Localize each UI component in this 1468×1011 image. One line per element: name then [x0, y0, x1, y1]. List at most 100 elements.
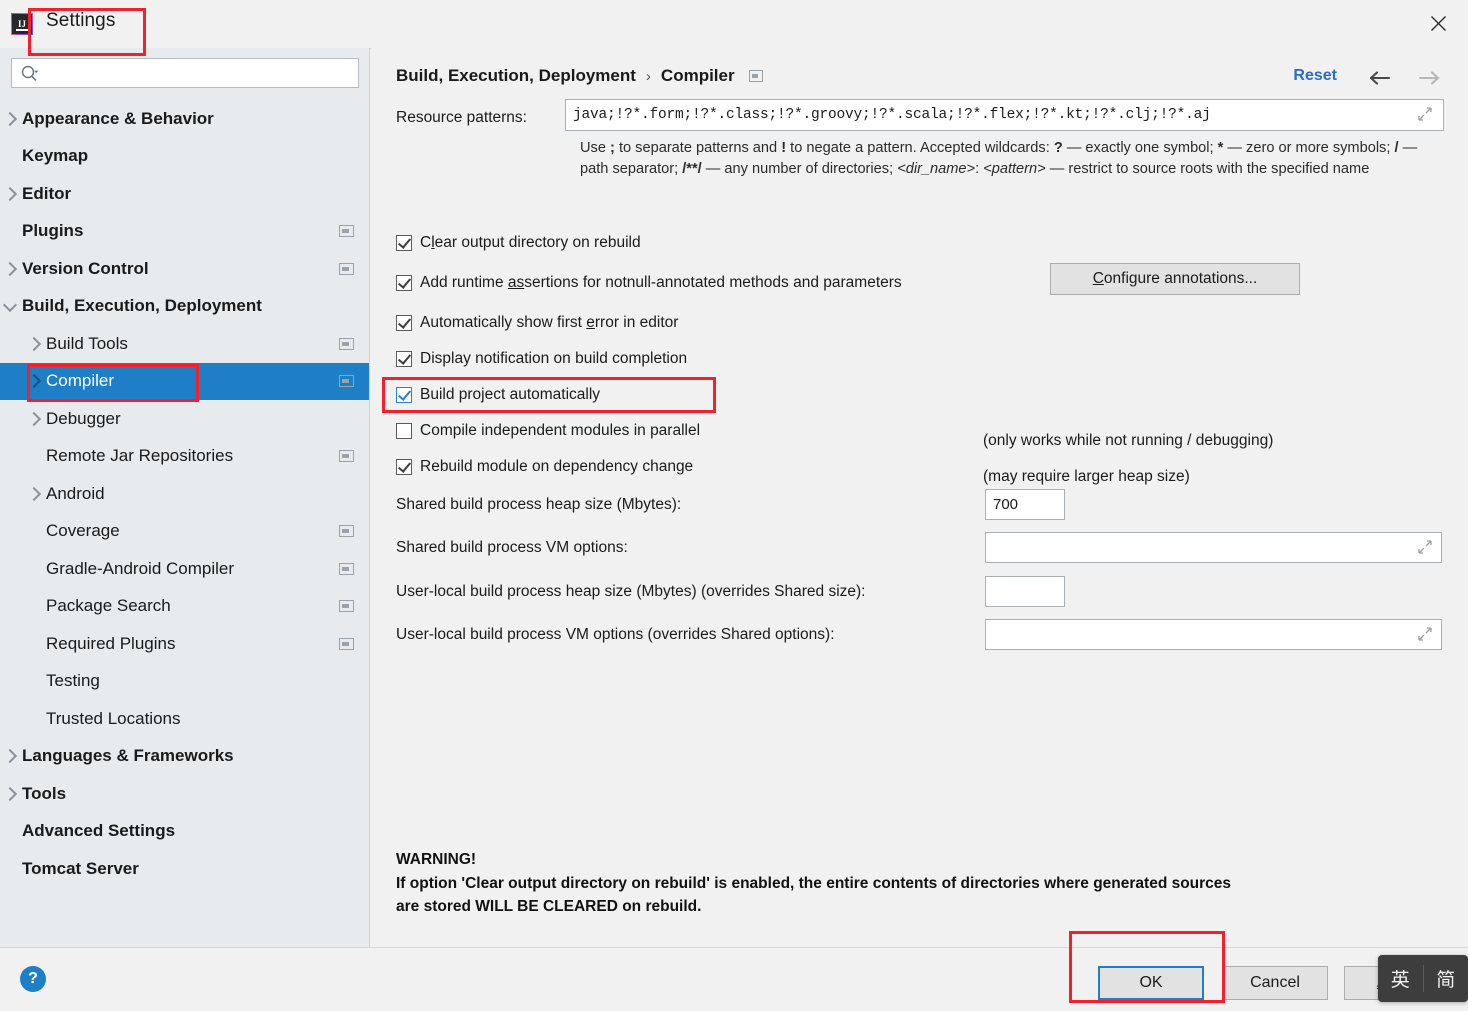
- chevron-right-icon[interactable]: [3, 749, 17, 763]
- close-icon[interactable]: [1408, 0, 1468, 46]
- tree-toggle[interactable]: [0, 264, 22, 274]
- sidebar-item-advanced-settings[interactable]: Advanced Settings: [0, 813, 369, 851]
- sidebar-item-label: Testing: [46, 671, 100, 691]
- tree-toggle[interactable]: [0, 789, 22, 799]
- warning-title: WARNING!: [396, 848, 1436, 872]
- checkbox-clear-output-directory-on-rebuild[interactable]: Clear output directory on rebuild: [396, 232, 641, 254]
- sidebar-item-build-tools[interactable]: Build Tools: [0, 325, 369, 363]
- checkbox-indicator[interactable]: [396, 387, 412, 403]
- checkbox-indicator[interactable]: [396, 423, 412, 439]
- checkbox-add-runtime-assertions-for-notnull-annotated-methods-and-parameters[interactable]: Add runtime assertions for notnull-annot…: [396, 272, 902, 294]
- sidebar-item-package-search[interactable]: Package Search: [0, 588, 369, 626]
- resource-patterns-input[interactable]: [565, 99, 1444, 131]
- tree-toggle[interactable]: [0, 114, 22, 124]
- breadcrumb-root[interactable]: Build, Execution, Deployment: [396, 66, 636, 86]
- chevron-down-icon[interactable]: [3, 298, 17, 312]
- sidebar-item-gradle-android-compiler[interactable]: Gradle-Android Compiler: [0, 550, 369, 588]
- userlocal-heap-input[interactable]: [985, 576, 1065, 607]
- sidebar-item-languages-frameworks[interactable]: Languages & Frameworks: [0, 738, 369, 776]
- checkbox-compile-independent-modules-in-parallel[interactable]: Compile independent modules in parallel: [396, 420, 700, 442]
- sidebar-item-keymap[interactable]: Keymap: [0, 138, 369, 176]
- sidebar-item-label: Compiler: [46, 371, 114, 391]
- checkbox-indicator[interactable]: [396, 315, 412, 331]
- ime-shape-mode[interactable]: 简: [1424, 965, 1468, 992]
- label-part: Rebuild module on dependency change: [420, 458, 693, 475]
- sidebar-item-editor[interactable]: Editor: [0, 175, 369, 213]
- sidebar-item-label: Required Plugins: [46, 634, 175, 654]
- sidebar-item-version-control[interactable]: Version Control: [0, 250, 369, 288]
- chevron-right-icon[interactable]: [27, 487, 41, 501]
- tree-toggle[interactable]: [0, 751, 22, 761]
- sidebar-item-required-plugins[interactable]: Required Plugins: [0, 625, 369, 663]
- build-automatically-note: (only works while not running / debuggin…: [983, 432, 1273, 450]
- hint-text-3: to negate a pattern. Accepted wildcards:: [786, 140, 1054, 156]
- configure-annotations-button[interactable]: Configure annotations...: [1050, 263, 1300, 295]
- checkbox-indicator[interactable]: [396, 275, 412, 291]
- tree-toggle[interactable]: [0, 189, 22, 199]
- sidebar-item-plugins[interactable]: Plugins: [0, 213, 369, 251]
- sidebar-item-label: Gradle-Android Compiler: [46, 559, 234, 579]
- search-input[interactable]: [48, 59, 352, 89]
- shared-vm-input[interactable]: [985, 532, 1442, 563]
- sidebar-item-label: Languages & Frameworks: [22, 746, 234, 766]
- breadcrumb-separator: ›: [646, 68, 651, 85]
- chevron-right-icon[interactable]: [3, 262, 17, 276]
- tree-toggle[interactable]: [24, 376, 46, 386]
- sidebar-item-tomcat-server[interactable]: Tomcat Server: [0, 850, 369, 888]
- hint-text-10: source roots with the specified name: [1132, 161, 1369, 177]
- sidebar-item-compiler[interactable]: Compiler: [0, 363, 369, 401]
- label-mnemonic: e: [586, 314, 595, 331]
- ime-language-mode[interactable]: 英: [1378, 965, 1424, 992]
- search-box[interactable]: [11, 58, 359, 88]
- sidebar-item-android[interactable]: Android: [0, 475, 369, 513]
- checkbox-indicator[interactable]: [396, 235, 412, 251]
- sidebar-item-debugger[interactable]: Debugger: [0, 400, 369, 438]
- label-part: Automatically show first: [420, 314, 586, 331]
- checkbox-build-project-automatically[interactable]: Build project automatically: [396, 384, 600, 406]
- checkbox-label: Add runtime assertions for notnull-annot…: [420, 274, 902, 292]
- sidebar-item-label: Package Search: [46, 596, 171, 616]
- cancel-button[interactable]: Cancel: [1222, 966, 1328, 1000]
- hint-question: ?: [1054, 140, 1063, 156]
- settings-sidebar: Appearance & BehaviorKeymapEditorPlugins…: [0, 48, 370, 947]
- parallel-compile-note: (may require larger heap size): [983, 468, 1190, 486]
- arrow-right-icon[interactable]: [1416, 66, 1444, 90]
- ok-button[interactable]: OK: [1098, 966, 1204, 1000]
- checkbox-label: Clear output directory on rebuild: [420, 234, 641, 252]
- help-icon[interactable]: ?: [20, 966, 46, 992]
- checkbox-rebuild-module-on-dependency-change[interactable]: Rebuild module on dependency change: [396, 456, 693, 478]
- ime-status-overlay[interactable]: 英 简: [1378, 955, 1468, 1002]
- userlocal-vm-input[interactable]: [985, 619, 1442, 650]
- configure-annotations-label: onfigure annotations...: [1104, 270, 1257, 287]
- arrow-left-icon[interactable]: [1368, 66, 1396, 90]
- userlocal-vm-label: User-local build process VM options (ove…: [396, 626, 835, 644]
- sidebar-item-testing[interactable]: Testing: [0, 663, 369, 701]
- label-part: Build project automatically: [420, 386, 600, 403]
- chevron-right-icon[interactable]: [27, 337, 41, 351]
- hint-colon: :: [975, 161, 983, 177]
- checkbox-indicator[interactable]: [396, 459, 412, 475]
- sidebar-item-coverage[interactable]: Coverage: [0, 513, 369, 551]
- chevron-right-icon[interactable]: [27, 412, 41, 426]
- hint-pattern: <pattern>: [983, 161, 1045, 177]
- checkbox-display-notification-on-build-completion[interactable]: Display notification on build completion: [396, 348, 687, 370]
- checkbox-automatically-show-first-error-in-editor[interactable]: Automatically show first error in editor: [396, 312, 678, 334]
- sidebar-item-tools[interactable]: Tools: [0, 775, 369, 813]
- chevron-right-icon[interactable]: [3, 187, 17, 201]
- chevron-right-icon[interactable]: [3, 112, 17, 126]
- sidebar-item-appearance-behavior[interactable]: Appearance & Behavior: [0, 100, 369, 138]
- sidebar-item-remote-jar-repositories[interactable]: Remote Jar Repositories: [0, 438, 369, 476]
- chevron-right-icon[interactable]: [27, 374, 41, 388]
- reset-link[interactable]: Reset: [1293, 67, 1337, 85]
- shared-heap-input[interactable]: [985, 489, 1065, 520]
- tree-toggle[interactable]: [24, 489, 46, 499]
- sidebar-item-build-execution-deployment[interactable]: Build, Execution, Deployment: [0, 288, 369, 326]
- checkbox-indicator[interactable]: [396, 351, 412, 367]
- tree-toggle[interactable]: [24, 339, 46, 349]
- tree-toggle[interactable]: [0, 303, 22, 310]
- sidebar-item-trusted-locations[interactable]: Trusted Locations: [0, 700, 369, 738]
- breadcrumb-leaf: Compiler: [661, 66, 735, 86]
- tree-toggle[interactable]: [24, 414, 46, 424]
- configure-annotations-mnemonic: C: [1093, 270, 1104, 287]
- chevron-right-icon[interactable]: [3, 787, 17, 801]
